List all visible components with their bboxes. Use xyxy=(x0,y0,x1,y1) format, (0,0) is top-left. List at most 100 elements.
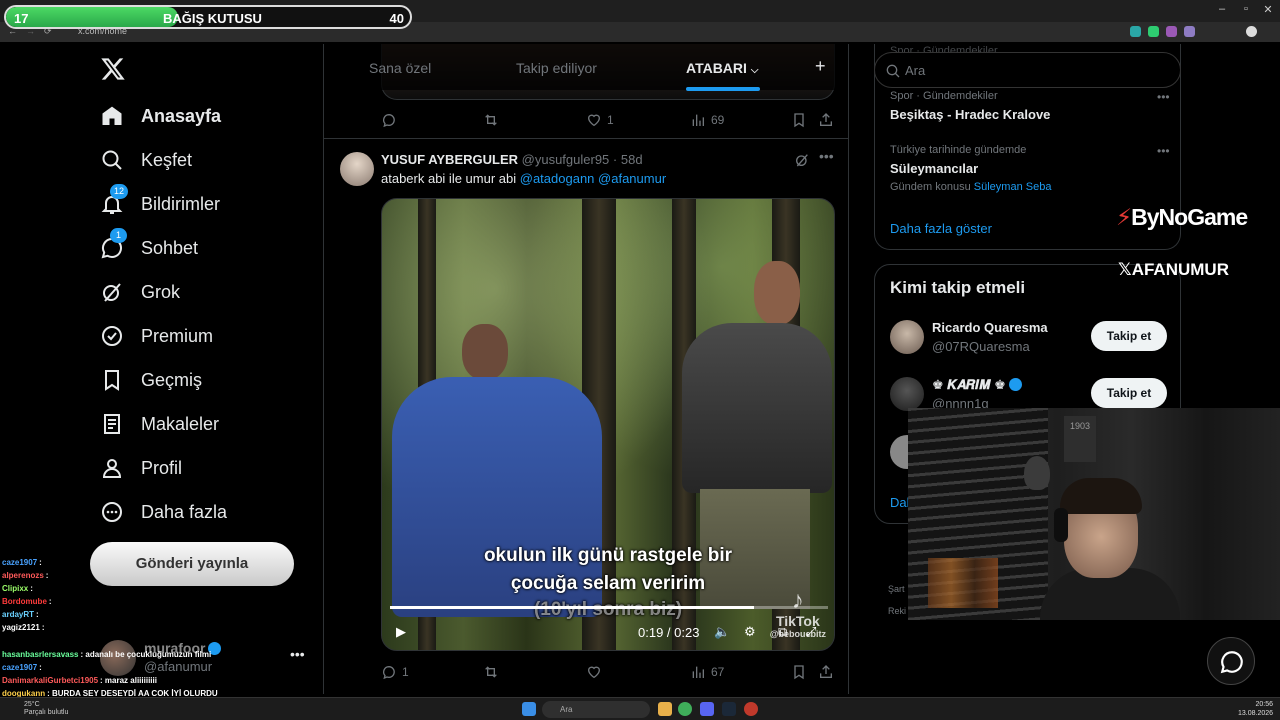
footer-link[interactable]: Reki xyxy=(888,600,906,622)
share-button[interactable] xyxy=(818,112,839,128)
nav-item-home[interactable]: Anasayfa xyxy=(100,100,221,132)
tweet-author[interactable]: YUSUF AYBERGULER xyxy=(381,152,518,167)
chat-username: Clipixx xyxy=(2,584,29,593)
views-button[interactable]: 67 xyxy=(690,664,724,680)
profile-icon[interactable] xyxy=(1246,26,1257,37)
mention-link[interactable]: @afanumur xyxy=(598,171,666,186)
chat-text: : maraz aliiiiiiiii xyxy=(100,676,157,685)
follow-button[interactable]: Takip et xyxy=(1091,378,1167,408)
reply-button[interactable] xyxy=(381,112,402,128)
follow-button[interactable]: Takip et xyxy=(1091,321,1167,351)
retweet-button[interactable] xyxy=(483,112,504,128)
play-icon[interactable]: ▶ xyxy=(396,624,406,640)
tweet-divider xyxy=(324,138,848,139)
more-icon[interactable]: ••• xyxy=(1157,90,1170,104)
chat-text: : xyxy=(30,584,33,593)
tweet-handle[interactable]: @yusufguler95 xyxy=(522,152,610,167)
chat-username: ardayRT xyxy=(2,610,35,619)
extension-icon[interactable] xyxy=(1148,26,1159,37)
nav-item-profile[interactable]: Profil xyxy=(100,452,182,484)
nav-item-bookmarks[interactable]: Geçmiş xyxy=(100,364,202,396)
views-button[interactable]: 69 xyxy=(690,112,724,128)
webcam-feed: 1903 xyxy=(908,408,1280,620)
reply-count: 1 xyxy=(402,665,409,679)
settings-icon[interactable]: ⚙ xyxy=(744,624,756,640)
messages-fab[interactable] xyxy=(1207,637,1255,685)
bookmark-button[interactable] xyxy=(791,112,812,128)
start-icon[interactable] xyxy=(522,702,536,716)
trend-context-link[interactable]: Süleyman Seba xyxy=(974,181,1052,193)
volume-icon[interactable]: 🔈 xyxy=(714,624,730,640)
chat-text: : xyxy=(45,571,49,580)
video-person-body xyxy=(682,323,832,493)
suggested-user-name[interactable]: Ricardo Quaresma xyxy=(932,320,1048,335)
more-icon[interactable]: ••• xyxy=(819,148,834,164)
retweet-button[interactable] xyxy=(483,664,504,680)
suggested-user-name[interactable]: ♚ 𝑲𝑨𝑹𝑰𝑴 ♚ xyxy=(932,377,1022,393)
avatar[interactable] xyxy=(890,320,924,354)
who-to-follow-title: Kimi takip etmeli xyxy=(890,278,1026,297)
tab-following[interactable]: Takip ediliyor xyxy=(516,60,597,76)
folder-icon[interactable] xyxy=(658,702,672,716)
clock[interactable]: 20:56 13.08.2026 xyxy=(1238,700,1273,718)
more-icon[interactable]: ••• xyxy=(1157,144,1170,158)
avatar[interactable] xyxy=(890,377,924,411)
nav-item-articles[interactable]: Makaleler xyxy=(100,408,219,440)
nav-item-more[interactable]: Daha fazla xyxy=(100,496,227,528)
nav-item-premium[interactable]: Premium xyxy=(100,320,213,352)
tweet-video[interactable]: okulun ilk günü rastgele bir çocuğa sela… xyxy=(381,198,835,651)
nav-item-notifications[interactable]: 12 Bildirimler xyxy=(100,184,220,220)
share-button[interactable] xyxy=(818,664,839,680)
pip-icon[interactable]: ⧉ xyxy=(778,624,787,640)
weather-widget[interactable]: 25°C Parçalı bulutlu xyxy=(24,701,68,717)
tweet-actions: 1 67 xyxy=(324,664,848,684)
maximize-icon[interactable]: ▫ xyxy=(1236,3,1256,15)
close-icon[interactable]: ✕ xyxy=(1258,3,1278,16)
reply-button[interactable]: 1 xyxy=(381,664,409,680)
tab-for-you[interactable]: Sana özel xyxy=(369,60,431,76)
tab-atabari[interactable]: ATABARI ⌵ xyxy=(686,60,758,76)
timeline[interactable]: Sana özel Takip ediliyor ATABARI ⌵ + 1 6… xyxy=(323,44,849,694)
bookmark-button[interactable] xyxy=(791,664,812,680)
nav-item-grok[interactable]: Grok xyxy=(100,276,180,308)
obs-icon[interactable] xyxy=(744,702,758,716)
add-tab-icon[interactable]: + xyxy=(815,56,826,77)
discord-icon[interactable] xyxy=(700,702,714,716)
chat-text: : xyxy=(39,558,42,567)
search-input[interactable]: Ara xyxy=(874,52,1181,88)
minimize-icon[interactable]: – xyxy=(1212,3,1232,15)
show-more-link[interactable]: Dal xyxy=(890,495,910,510)
nav-label: Premium xyxy=(141,325,214,346)
search-icon xyxy=(102,150,122,170)
chat-username: hasanbasrlersavass xyxy=(2,650,79,659)
nav-item-chat[interactable]: 1 Sohbet xyxy=(100,228,198,264)
nav-item-explore[interactable]: Keşfet xyxy=(100,144,192,176)
chrome-icon[interactable] xyxy=(678,702,692,716)
video-progress-bar[interactable] xyxy=(390,606,828,609)
headset xyxy=(1054,508,1068,542)
mention-link[interactable]: @atadogann xyxy=(520,171,595,186)
chat-username: alperenozs xyxy=(2,571,44,580)
extension-icon[interactable] xyxy=(1166,26,1177,37)
steam-icon[interactable] xyxy=(722,702,736,716)
trend-context: Gündem konusu Süleyman Seba xyxy=(890,181,1052,193)
like-button[interactable]: 1 xyxy=(586,112,614,128)
grok-icon[interactable] xyxy=(794,152,810,168)
avatar[interactable] xyxy=(340,152,374,186)
extension-icon[interactable] xyxy=(1130,26,1141,37)
clock-date: 13.08.2026 xyxy=(1238,710,1274,717)
chat-icon: 1 xyxy=(100,228,127,260)
tweet-time[interactable]: 58d xyxy=(621,152,643,167)
trend-title[interactable]: Süleymancılar xyxy=(890,161,978,176)
extension-icon[interactable] xyxy=(1184,26,1195,37)
footer-link[interactable]: Şart xyxy=(888,578,906,600)
show-more-link[interactable]: Daha fazla göster xyxy=(890,221,992,236)
like-button[interactable] xyxy=(586,664,607,680)
taskbar-search[interactable]: Ara xyxy=(542,701,650,718)
donation-goal: 40 xyxy=(389,11,404,26)
trend-title[interactable]: Beşiktaş - Hradec Kralove xyxy=(890,107,1050,122)
chat-text: : adanalı be çocukluğumuzun filmi xyxy=(80,650,212,659)
chat-message: alperenozs: xyxy=(2,569,322,582)
fullscreen-icon[interactable]: ⤢ xyxy=(806,624,816,640)
x-logo-icon[interactable] xyxy=(100,56,126,82)
